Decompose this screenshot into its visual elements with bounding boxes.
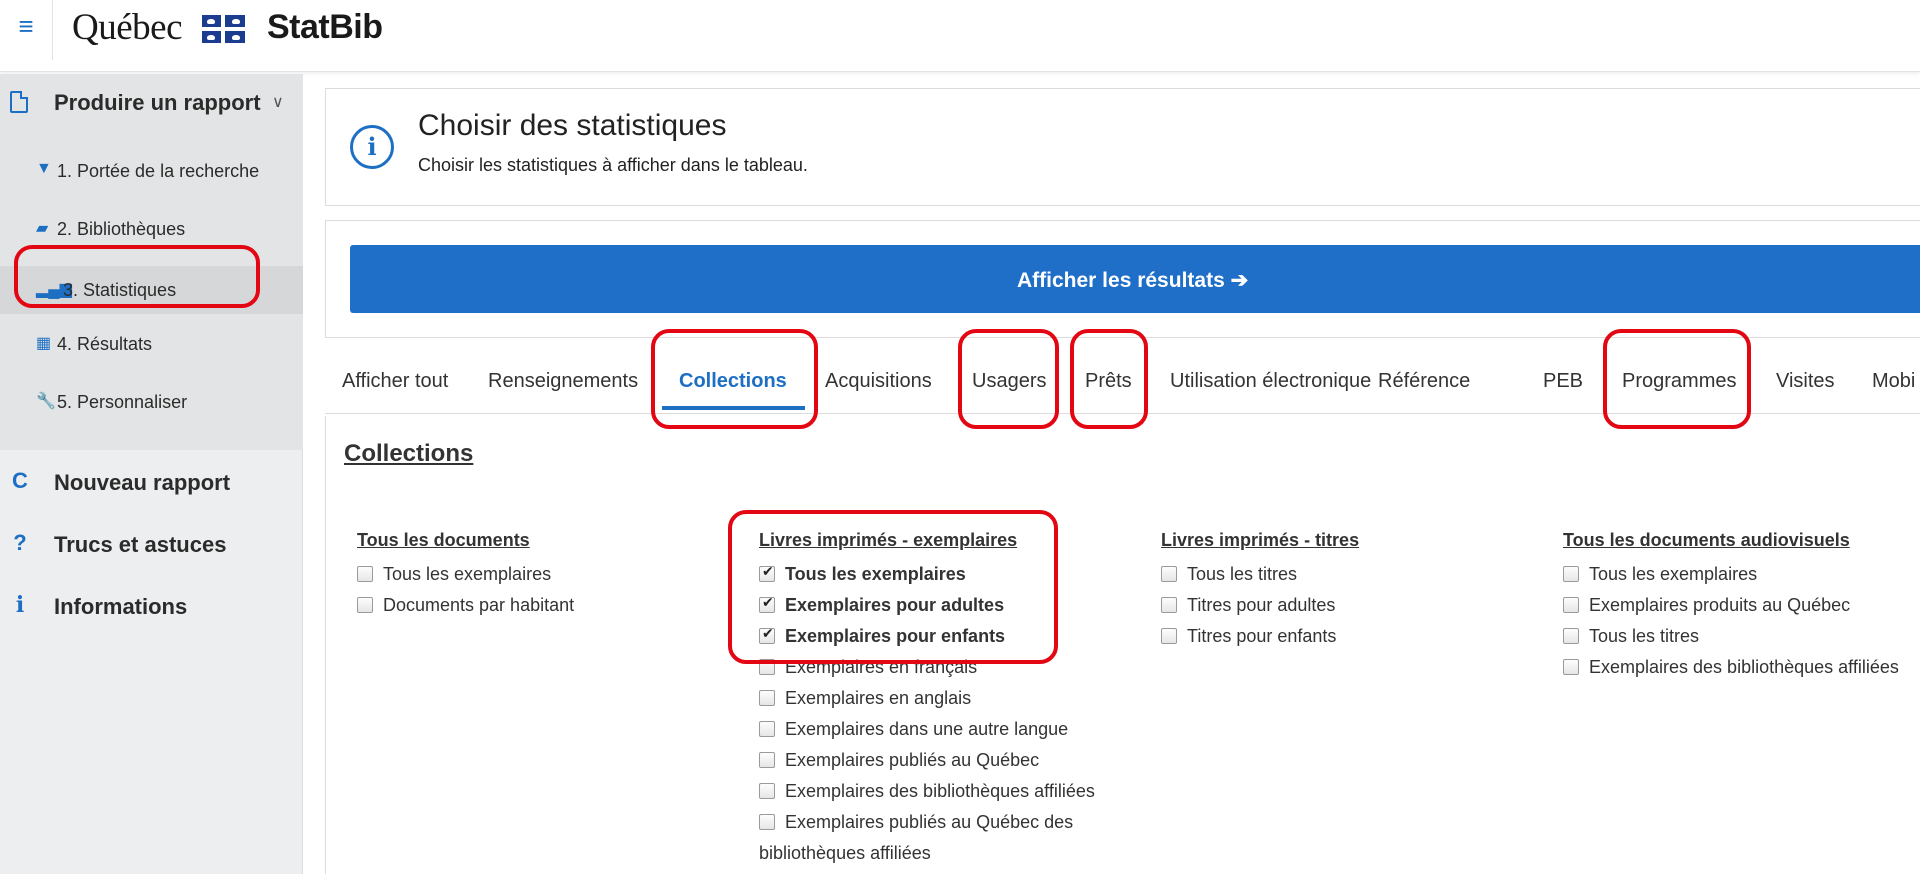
tab-collections[interactable]: Collections — [679, 370, 787, 393]
step-label: 1. Portée de la recherche — [57, 161, 260, 181]
tab-prets[interactable]: Prêts — [1085, 370, 1132, 393]
checkbox-label: Titres pour adultes — [1187, 595, 1336, 615]
refresh-icon: C — [12, 468, 28, 493]
produce-report-toggle[interactable]: Produire un rapport ∨ — [0, 88, 303, 120]
document-icon — [10, 91, 28, 113]
checkbox-label: Exemplaires en anglais — [785, 688, 972, 708]
menu-tips[interactable]: ? Trucs et astuces — [0, 526, 303, 566]
column-title: Livres imprimés - titres — [1161, 530, 1360, 550]
checkbox-label: Exemplaires publiés au Québec des — [785, 812, 1074, 832]
checkbox[interactable] — [1161, 597, 1177, 613]
menu-new-report[interactable]: C Nouveau rapport — [0, 464, 303, 504]
checkbox-checked[interactable] — [759, 595, 775, 613]
menu-information[interactable]: i Informations — [0, 588, 303, 628]
sidebar-step-statistics[interactable]: ▂▄▆ 3. Statistiques — [0, 266, 303, 314]
checkbox-label: Tous les exemplaires — [785, 564, 966, 584]
checkbox-label: Exemplaires des bibliothèques affiliées — [1589, 657, 1899, 677]
checkbox-label: Titres pour enfants — [1187, 626, 1337, 646]
produce-report-label: Produire un rapport — [54, 90, 261, 115]
checkbox[interactable] — [759, 721, 775, 737]
category-tabs: Afficher tout Renseignements Collections… — [325, 352, 1920, 414]
tab-renseignements[interactable]: Renseignements — [488, 370, 638, 393]
sidebar: Produire un rapport ∨ ▼ 1. Portée de la … — [0, 74, 303, 874]
wrench-icon: 🔧 — [36, 393, 56, 410]
info-panel: i Choisir des statistiques Choisir les s… — [325, 88, 1920, 206]
show-results-button[interactable]: Afficher les résultats ➔ — [350, 245, 1920, 313]
checkbox[interactable] — [1161, 566, 1177, 582]
collections-panel: Collections Tous les documents Tous les … — [325, 416, 1920, 874]
tab-afficher-tout[interactable]: Afficher tout — [342, 370, 448, 393]
checkbox-label: Tous les titres — [1589, 626, 1700, 646]
menu-label: Nouveau rapport — [54, 470, 231, 495]
checkbox[interactable] — [759, 783, 775, 799]
sidebar-step-results[interactable]: ▦ 4. Résultats — [0, 324, 303, 364]
checkbox-label: Tous les titres — [1187, 564, 1298, 584]
results-button-panel: Afficher les résultats ➔ — [325, 220, 1920, 338]
section-title: Collections — [344, 440, 474, 467]
checkbox[interactable] — [1563, 566, 1579, 582]
quebec-logo-text: Québec — [72, 7, 183, 48]
checkbox[interactable] — [1563, 597, 1579, 613]
checkbox-label: Exemplaires pour enfants — [785, 626, 1006, 646]
question-icon: ? — [13, 530, 27, 555]
checkbox[interactable] — [759, 690, 775, 706]
checkbox[interactable] — [1161, 628, 1177, 644]
checkbox-label-continued: bibliothèques affiliées — [759, 843, 931, 863]
tab-visites[interactable]: Visites — [1776, 370, 1835, 393]
checkbox[interactable] — [357, 597, 373, 613]
checkbox-checked[interactable] — [759, 564, 775, 582]
checkbox-label: Documents par habitant — [383, 595, 575, 615]
tab-programmes[interactable]: Programmes — [1622, 370, 1736, 393]
menu-label: Trucs et astuces — [54, 532, 227, 557]
sidebar-step-scope[interactable]: ▼ 1. Portée de la recherche — [0, 151, 303, 191]
quebec-flag-logo — [202, 15, 245, 43]
column-title: Tous les documents audiovisuels — [1563, 530, 1850, 550]
sidebar-step-libraries[interactable]: ▰ 2. Bibliothèques — [0, 209, 303, 249]
hamburger-icon[interactable]: ≡ — [0, 0, 53, 60]
table-icon: ▦ — [36, 335, 52, 352]
tab-mobi[interactable]: Mobi — [1872, 370, 1915, 393]
tab-utilisation-electronique[interactable]: Utilisation électronique — [1170, 370, 1371, 393]
checkbox-checked[interactable] — [759, 626, 775, 644]
checkbox[interactable] — [1563, 659, 1579, 675]
checkbox-label: Tous les exemplaires — [1589, 564, 1758, 584]
filter-icon: ▼ — [36, 160, 52, 177]
tab-peb[interactable]: PEB — [1543, 370, 1583, 393]
page-title: Choisir des statistiques — [418, 109, 727, 142]
checkbox-label: Exemplaires dans une autre langue — [785, 719, 1069, 739]
step-label: 5. Personnaliser — [57, 392, 188, 412]
page-subtitle: Choisir les statistiques à afficher dans… — [418, 155, 808, 175]
checkbox-label: Exemplaires pour adultes — [785, 595, 1005, 615]
checkbox[interactable] — [759, 814, 775, 830]
checkbox-label: Exemplaires publiés au Québec — [785, 750, 1040, 770]
checkbox[interactable] — [1563, 628, 1579, 644]
checkbox[interactable] — [357, 566, 373, 582]
info-icon: i — [15, 592, 25, 618]
show-results-label: Afficher les résultats ➔ — [1017, 269, 1249, 292]
checkbox-label: Exemplaires produits au Québec — [1589, 595, 1851, 615]
checkbox[interactable] — [759, 752, 775, 768]
step-label: 2. Bibliothèques — [57, 219, 186, 239]
tab-acquisitions[interactable]: Acquisitions — [825, 370, 932, 393]
step-label: 4. Résultats — [57, 334, 153, 354]
tab-reference[interactable]: Référence — [1378, 370, 1470, 393]
checkbox-label: Exemplaires des bibliothèques affiliées — [785, 781, 1095, 801]
column-title: Livres imprimés - exemplaires — [759, 530, 1018, 550]
top-bar: ≡ Québec StatBib — [0, 0, 1920, 72]
report-steps-block: Produire un rapport ∨ ▼ 1. Portée de la … — [0, 74, 303, 450]
column-title: Tous les documents — [357, 530, 530, 550]
checkbox-label: Tous les exemplaires — [383, 564, 552, 584]
step-label: 3. Statistiques — [63, 280, 177, 300]
app-name[interactable]: StatBib — [267, 8, 383, 47]
info-circle-icon: i — [350, 125, 394, 169]
menu-label: Informations — [54, 594, 188, 619]
book-icon: ▰ — [36, 220, 49, 237]
tab-usagers[interactable]: Usagers — [972, 370, 1046, 393]
checkbox-label: Exemplaires en français — [785, 657, 978, 677]
checkbox[interactable] — [759, 659, 775, 675]
sidebar-step-customize[interactable]: 🔧 5. Personnaliser — [0, 382, 303, 422]
active-tab-indicator — [662, 406, 805, 410]
chevron-down-icon: ∨ — [272, 94, 284, 111]
